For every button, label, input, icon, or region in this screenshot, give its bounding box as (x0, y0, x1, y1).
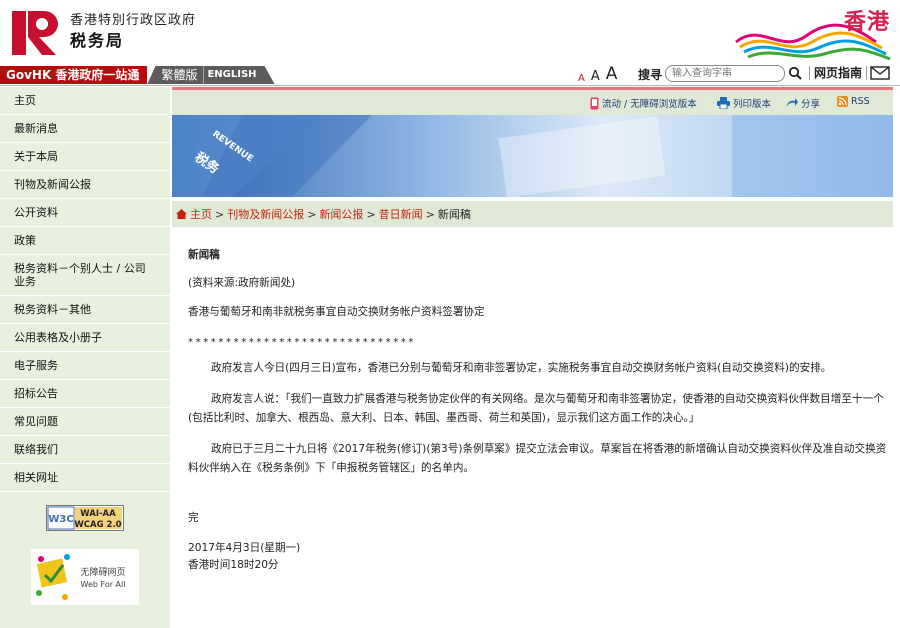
banner-image: REVENUE 税务 (172, 115, 893, 197)
sidebar-item-news[interactable]: 最新消息 (0, 115, 170, 143)
article-time: 香港时间18时20分 (188, 559, 279, 571)
breadcrumb-current: 新闻稿 (437, 208, 471, 221)
breadcrumb-publications[interactable]: 刊物及新闻公报 (227, 206, 304, 222)
print-icon (717, 97, 730, 109)
sidebar-item-publications[interactable]: 刊物及新闻公报 (0, 171, 170, 199)
tool-strip: 流动 / 无障碍浏览版本 列印版本 分享 RSS (172, 87, 893, 115)
search-input[interactable] (665, 65, 785, 82)
brand-text: 香港 (843, 10, 890, 35)
govhk-bar: GovHK 香港政府一站通 繁體版 ENGLISH (0, 66, 275, 84)
wcag-label: WCAG 2.0 (74, 520, 121, 530)
font-small-button[interactable]: A (578, 73, 585, 84)
share-link[interactable]: 分享 (785, 96, 820, 110)
article-divider: ****************************** (188, 337, 416, 348)
wcag-aa-badge-icon[interactable]: W3C WAI-AA WCAG 2.0 (46, 505, 124, 531)
sidebar-nav: 主页 最新消息 关于本局 刊物及新闻公报 公开资料 政策 税务资料－个别人士 /… (0, 87, 170, 628)
mail-icon[interactable] (870, 66, 890, 80)
dept-name-line2: 税务局 (70, 31, 125, 50)
rss-icon (837, 96, 848, 107)
sidebar-item-related-links[interactable]: 相关网址 (0, 464, 170, 492)
article-paragraph-3: 政府已于三月二十九日将《2017年税务(修订)(第3号)条例草案》提交立法会审议… (188, 443, 887, 474)
font-large-button[interactable]: A (606, 64, 618, 84)
breadcrumb-separator: > (215, 207, 225, 221)
sidebar-item-about[interactable]: 关于本局 (0, 143, 170, 171)
site-header: 香港特別行政区政府 税务局 香港 (0, 0, 900, 66)
rss-link[interactable]: RSS (837, 96, 870, 107)
sidebar-item-home[interactable]: 主页 (0, 87, 170, 115)
home-icon[interactable] (176, 209, 187, 219)
web-for-all-badge-icon[interactable]: 无障碍网页 Web For All (31, 549, 139, 605)
english-link[interactable]: ENGLISH (203, 66, 274, 84)
share-icon (786, 97, 798, 107)
ird-logo-icon[interactable] (8, 8, 62, 58)
mobile-icon (590, 97, 599, 109)
article-title: 新闻稿 (188, 249, 220, 261)
sidebar-item-tenders[interactable]: 招标公告 (0, 380, 170, 408)
article-headline: 香港与葡萄牙和南非就税务事宜自动交换财务帐户资料签署协定 (188, 306, 485, 318)
sidebar-item-forms[interactable]: 公用表格及小册子 (0, 324, 170, 352)
article-paragraph-2: 政府发言人说：「我们一直致力扩展香港与税务协定伙伴的有关网络。是次与葡萄牙和南非… (188, 393, 884, 424)
sitemap-link[interactable]: 网页指南 (809, 66, 868, 80)
govhk-link[interactable]: GovHK 香港政府一站通 (0, 66, 148, 84)
print-version-link[interactable]: 列印版本 (717, 96, 771, 110)
print-version-label: 列印版本 (733, 99, 772, 110)
sidebar-item-contact[interactable]: 联络我们 (0, 436, 170, 464)
wai-aa-label: WAI-AA (80, 509, 116, 519)
traditional-chinese-link[interactable]: 繁體版 (147, 66, 204, 84)
sidebar-item-tax-other[interactable]: 税务资料－其他 (0, 296, 170, 324)
font-size-controls: A A A (578, 64, 617, 84)
sidebar-item-faq[interactable]: 常见问题 (0, 408, 170, 436)
breadcrumb: 主页 > 刊物及新闻公报 > 新闻公报 > 昔日新闻 > 新闻稿 (172, 201, 893, 227)
breadcrumb-press-releases[interactable]: 新闻公报 (319, 206, 363, 222)
article-source: (资料来源:政府新闻处) (188, 277, 296, 289)
rss-label: RSS (851, 96, 870, 107)
breadcrumb-separator: > (307, 207, 317, 221)
search-icon[interactable] (788, 66, 802, 80)
sidebar-item-tax-individuals-business[interactable]: 税务资料－个别人士 / 公司业务 (0, 255, 170, 296)
article-end: 完 (188, 512, 199, 524)
sidebar-item-eservices[interactable]: 电子服务 (0, 352, 170, 380)
breadcrumb-home[interactable]: 主页 (190, 206, 212, 222)
web-for-all-en: Web For All (81, 580, 126, 589)
dept-name-line1: 香港特別行政区政府 (70, 13, 197, 28)
web-for-all-cn: 无障碍网页 (80, 566, 125, 578)
font-medium-button[interactable]: A (591, 69, 600, 84)
breadcrumb-archive[interactable]: 昔日新闻 (379, 206, 423, 222)
share-label: 分享 (801, 99, 821, 110)
mobile-version-link[interactable]: 流动 / 无障碍浏览版本 (590, 96, 697, 110)
search-label: 搜寻 (638, 68, 663, 82)
top-bar: GovHK 香港政府一站通 繁體版 ENGLISH A A A 搜寻 网页指南 (0, 64, 900, 86)
main-content: 流动 / 无障碍浏览版本 列印版本 分享 RSS REVENUE 税务 主页 >… (172, 87, 893, 628)
breadcrumb-separator: > (425, 207, 435, 221)
article-paragraph-1: 政府发言人今日(四月三日)宣布，香港已分别与葡萄牙和南非签署协定，实施税务事宜自… (211, 362, 832, 374)
mobile-version-label: 流动 / 无障碍浏览版本 (602, 99, 697, 110)
sidebar-item-policy[interactable]: 政策 (0, 227, 170, 255)
breadcrumb-separator: > (366, 207, 376, 221)
w3c-label: W3C (48, 514, 73, 525)
sidebar-item-access-info[interactable]: 公开资料 (0, 199, 170, 227)
